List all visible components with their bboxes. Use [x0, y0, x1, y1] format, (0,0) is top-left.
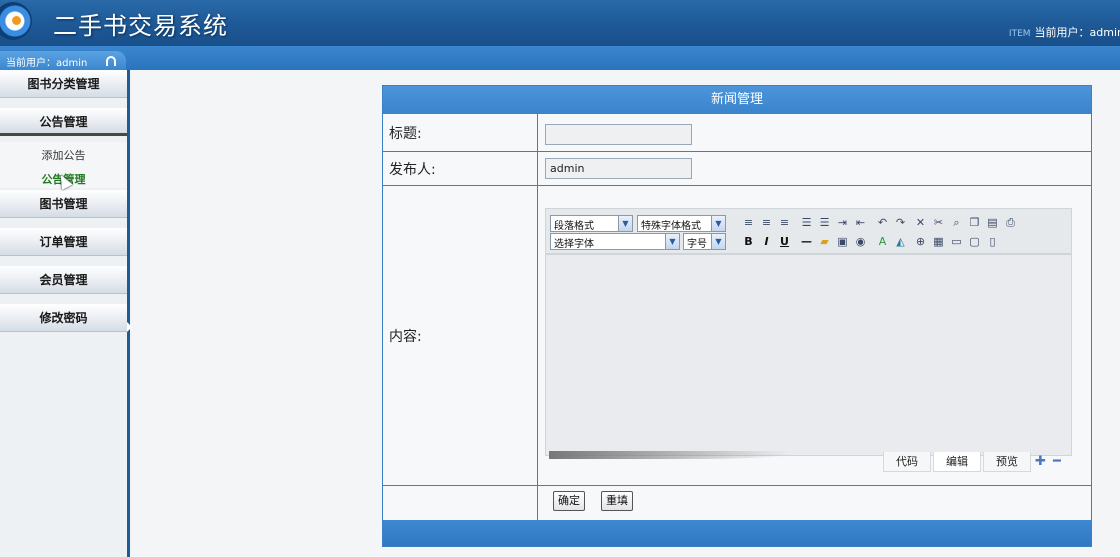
align-center-icon[interactable]: ≡ — [760, 216, 773, 229]
form-row-publisher: 发布人: — [383, 152, 1091, 186]
sidebar-item-orders[interactable]: 订单管理 — [0, 228, 127, 256]
image-icon[interactable]: ▣ — [836, 235, 849, 248]
chevron-down-icon: ▼ — [618, 216, 632, 231]
publisher-input[interactable] — [545, 158, 692, 179]
editor-mode-edit[interactable]: 编辑 — [933, 452, 981, 472]
italic-icon[interactable]: I — [760, 235, 773, 248]
unordered-list-icon[interactable]: ☰ — [818, 216, 831, 229]
media-icon[interactable]: ◉ — [854, 235, 867, 248]
cut-icon[interactable]: ✂ — [932, 216, 945, 229]
delete-icon[interactable]: ✕ — [914, 216, 927, 229]
sidebar-item-announcements[interactable]: 公告管理 — [0, 108, 127, 136]
highlight-icon[interactable]: ◭ — [894, 235, 907, 248]
align-right-icon[interactable]: ≡ — [778, 216, 791, 229]
sub-bar — [0, 46, 1120, 70]
font-size-select[interactable]: 字号 ▼ — [683, 233, 726, 250]
outdent-icon[interactable]: ⇤ — [854, 216, 867, 229]
actions-label — [383, 486, 538, 520]
editor-shadow — [549, 451, 789, 459]
app-header: 二手书交易系统 ITEM 当前用户：admin — [0, 0, 1120, 46]
panel-title: 新闻管理 — [383, 86, 1091, 114]
submit-button[interactable]: 确定 — [553, 491, 585, 511]
reset-button[interactable]: 重填 — [601, 491, 633, 511]
submenu-add-announcement[interactable]: 添加公告 — [0, 147, 127, 163]
indent-icon[interactable]: ⇥ — [836, 216, 849, 229]
form-row-title: 标题: — [383, 114, 1091, 152]
header-current-user: ITEM 当前用户：admin — [1009, 24, 1120, 40]
redo-icon[interactable]: ↷ — [894, 216, 907, 229]
editor-toolbar: 段落格式 ▼ 特殊字体格式 ▼ 选择字体 ▼ 字号 ▼ ≡ ≡ ≡ ☰ ☰ ⇥ … — [545, 208, 1072, 254]
page-break-icon[interactable]: ▯ — [986, 235, 999, 248]
editor-mode-preview[interactable]: 预览 — [983, 452, 1031, 472]
paragraph-format-select[interactable]: 段落格式 ▼ — [550, 215, 633, 232]
align-left-icon[interactable]: ≡ — [742, 216, 755, 229]
header-user-label: 当前用户：admin — [1034, 26, 1120, 39]
paste-icon[interactable]: ▤ — [986, 216, 999, 229]
sidebar-item-book-category[interactable]: 图书分类管理 — [0, 70, 127, 98]
special-char-icon[interactable]: ▦ — [932, 235, 945, 248]
folder-icon[interactable]: ▰ — [818, 235, 831, 248]
expand-plus-icon[interactable]: ✚ — [1035, 455, 1046, 468]
title-label: 标题: — [383, 114, 538, 151]
copy-icon[interactable]: ❐ — [968, 216, 981, 229]
title-input[interactable] — [545, 124, 692, 145]
sidebar: 图书分类管理 公告管理 添加公告 公告管理 图书管理 订单管理 会员管理 修改密… — [0, 70, 132, 557]
chevron-down-icon: ▼ — [711, 216, 725, 231]
app-logo — [0, 2, 32, 40]
bold-icon[interactable]: B — [742, 235, 755, 248]
current-user-tab: 当前用户：admin — [0, 51, 126, 70]
rich-text-editor: 段落格式 ▼ 特殊字体格式 ▼ 选择字体 ▼ 字号 ▼ ≡ ≡ ≡ ☰ ☰ ⇥ … — [545, 208, 1072, 472]
sidebar-collapse-handle[interactable] — [127, 322, 132, 332]
fullscreen-icon[interactable]: ▢ — [968, 235, 981, 248]
link-icon[interactable]: ⊕ — [914, 235, 927, 248]
special-font-select[interactable]: 特殊字体格式 ▼ — [637, 215, 726, 232]
editor-content-area[interactable] — [545, 254, 1072, 456]
chevron-down-icon: ▼ — [711, 234, 725, 249]
horizontal-rule-icon[interactable]: — — [800, 235, 813, 248]
sidebar-item-books[interactable]: 图书管理 — [0, 190, 127, 218]
logout-icon[interactable] — [106, 56, 116, 66]
shrink-minus-icon[interactable]: ━ — [1053, 455, 1061, 468]
header-user-tag: ITEM — [1008, 29, 1031, 39]
sidebar-item-members[interactable]: 会员管理 — [0, 266, 127, 294]
app-title: 二手书交易系统 — [53, 12, 228, 40]
form-row-content: 内容: 段落格式 ▼ 特殊字体格式 ▼ 选择字体 ▼ 字号 ▼ ≡ ≡ ≡ ☰ … — [383, 186, 1091, 486]
font-family-select[interactable]: 选择字体 ▼ — [550, 233, 680, 250]
font-color-icon[interactable]: A — [876, 235, 889, 248]
form-row-actions: 确定 重填 — [383, 486, 1091, 520]
ordered-list-icon[interactable]: ☰ — [800, 216, 813, 229]
content-label: 内容: — [383, 186, 538, 485]
print-icon[interactable]: ⎙ — [1004, 216, 1017, 229]
table-icon[interactable]: ▭ — [950, 235, 963, 248]
current-user-label: 当前用户：admin — [6, 58, 88, 69]
chevron-down-icon: ▼ — [665, 234, 679, 249]
news-form-panel: 新闻管理 标题: 发布人: 内容: 段落格式▼ 特殊字体格式▼ — [382, 85, 1092, 547]
publisher-label: 发布人: — [383, 152, 538, 185]
find-icon[interactable]: ⌕ — [950, 216, 963, 229]
panel-footer — [383, 520, 1091, 546]
sidebar-item-change-password[interactable]: 修改密码 — [0, 304, 127, 332]
underline-icon[interactable]: U — [778, 235, 791, 248]
undo-icon[interactable]: ↶ — [876, 216, 889, 229]
logo-dot — [12, 16, 21, 25]
editor-mode-code[interactable]: 代码 — [883, 452, 931, 472]
